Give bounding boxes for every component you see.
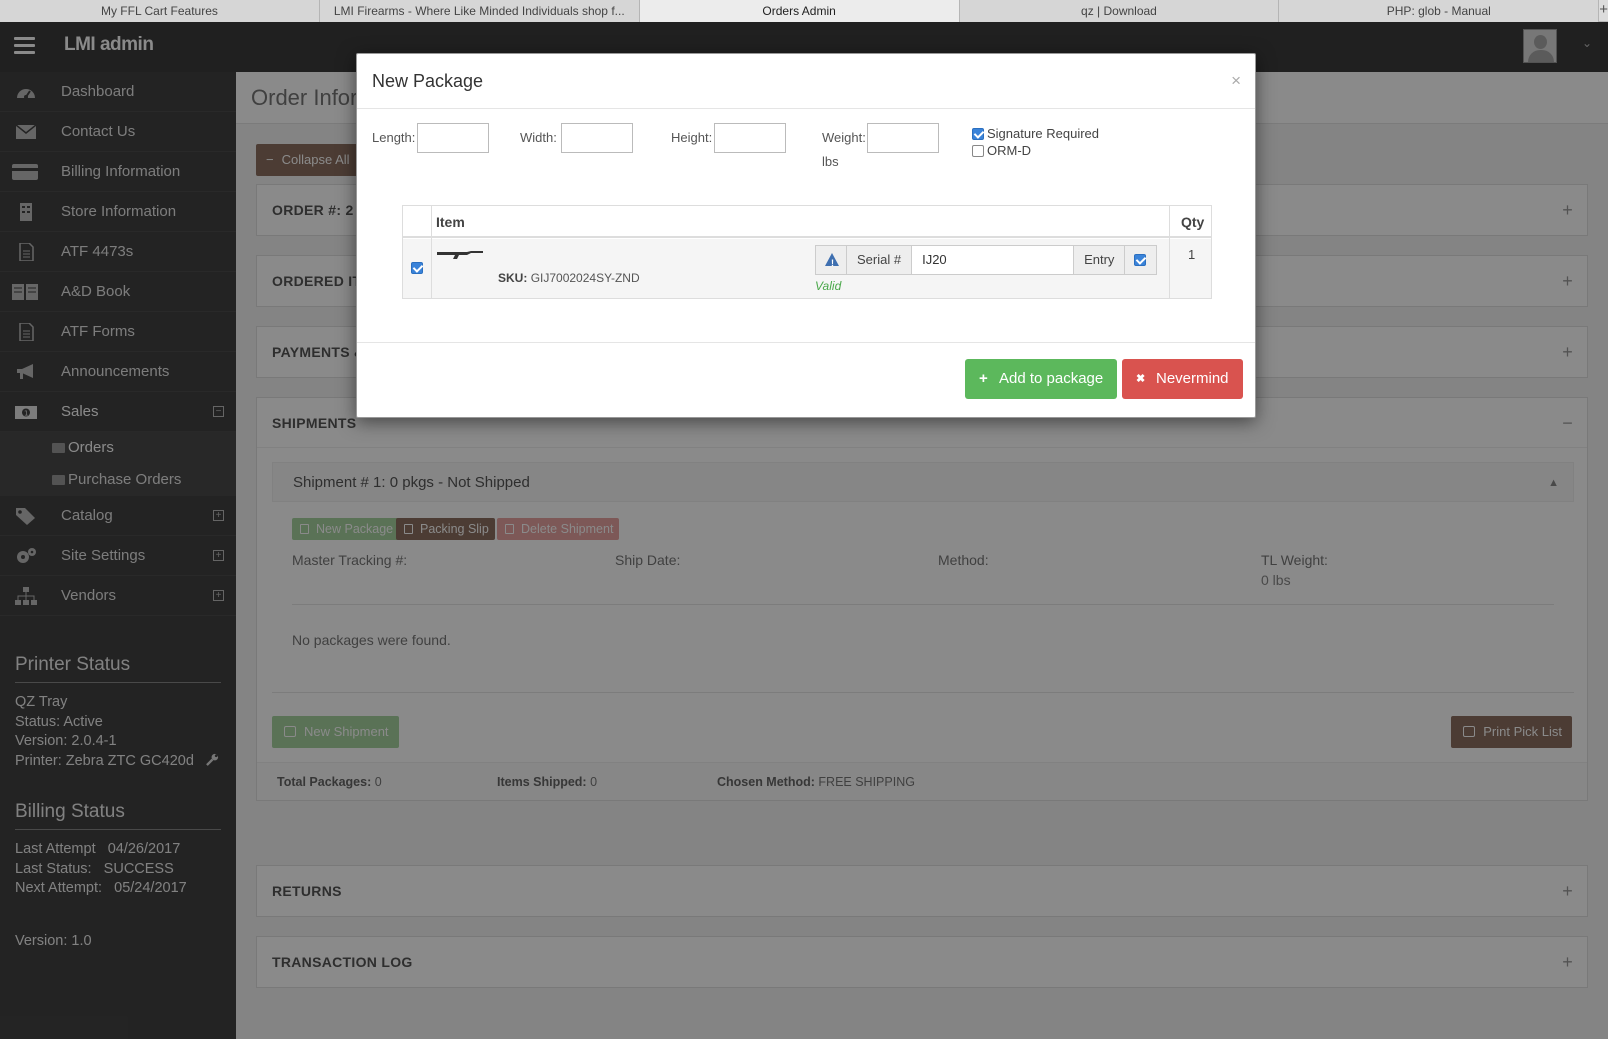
- button-label: Nevermind: [1156, 370, 1229, 387]
- browser-tab[interactable]: LMI Firearms - Where Like Minded Individ…: [319, 0, 640, 22]
- entry-label: Entry: [1074, 245, 1126, 275]
- modal-footer: + Add to package ✖ Nevermind: [357, 342, 1255, 418]
- browser-tab-active[interactable]: Orders Admin: [639, 0, 960, 22]
- admin-page: LMI admin ⌄ Dashboard Contact Us Billing…: [0, 22, 1608, 1039]
- serial-input-group: ! Serial # IJ20 Entry: [815, 245, 1158, 275]
- signature-required-label: Signature Required: [987, 126, 1100, 141]
- entry-checkbox[interactable]: [1134, 254, 1147, 266]
- modal-title: New Package: [372, 71, 484, 91]
- new-package-modal: New Package × Length: Width: Height: Wei…: [356, 53, 1256, 418]
- serial-label: Serial #: [847, 245, 913, 275]
- entry-checkbox-wrap: [1125, 245, 1158, 275]
- new-tab-button[interactable]: +: [1599, 0, 1608, 21]
- close-icon[interactable]: ×: [1231, 71, 1241, 91]
- rifle-thumbnail-icon: [437, 251, 483, 259]
- sku-value: GIJ7002024SY-ZND: [530, 271, 640, 285]
- browser-tab-bar: My FFL Cart Features LMI Firearms - Wher…: [0, 0, 1608, 22]
- weight-input[interactable]: [867, 123, 939, 153]
- modal-header: New Package ×: [357, 54, 1255, 109]
- ormd-checkbox[interactable]: [972, 145, 984, 157]
- signature-required-checkbox[interactable]: [972, 128, 984, 140]
- length-label: Length:: [372, 130, 416, 145]
- browser-tab[interactable]: My FFL Cart Features: [0, 0, 320, 22]
- item-qty: 1: [1188, 247, 1196, 262]
- column-header-qty: Qty: [1181, 214, 1205, 230]
- sku-label: SKU:: [498, 271, 528, 285]
- weight-label: Weight:: [822, 130, 866, 145]
- plus-icon: +: [979, 370, 988, 387]
- length-input[interactable]: [417, 123, 489, 153]
- serial-valid-status: Valid: [815, 279, 842, 293]
- table-row: SKU: GIJ7002024SY-ZND ! Serial # IJ20 En…: [403, 239, 1211, 298]
- column-header-item: Item: [436, 214, 465, 230]
- item-sku: SKU: GIJ7002024SY-ZND: [498, 271, 640, 285]
- add-to-package-button[interactable]: + Add to package: [965, 359, 1118, 399]
- warning-icon[interactable]: !: [815, 245, 847, 275]
- browser-tab[interactable]: qz | Download: [959, 0, 1280, 22]
- column-divider: [1169, 206, 1170, 298]
- button-label: Add to package: [999, 370, 1104, 387]
- width-label: Width:: [520, 130, 557, 145]
- height-label: Height:: [671, 130, 713, 145]
- weight-unit: lbs: [822, 154, 839, 169]
- ormd-label: ORM-D: [987, 143, 1032, 158]
- browser-tab[interactable]: PHP: glob - Manual: [1279, 0, 1600, 22]
- package-items-table: Item Qty SKU: GIJ7002024SY-ZND ! Serial …: [402, 205, 1212, 299]
- height-input[interactable]: [714, 123, 786, 153]
- close-icon: ✖: [1136, 373, 1146, 385]
- column-divider: [431, 206, 432, 298]
- nevermind-button[interactable]: ✖ Nevermind: [1122, 359, 1243, 399]
- serial-input[interactable]: IJ20: [912, 245, 1075, 275]
- row-select-checkbox[interactable]: [411, 262, 423, 274]
- exclamation-glyph: !: [831, 258, 834, 268]
- width-input[interactable]: [561, 123, 633, 153]
- table-header: Item Qty: [403, 206, 1211, 238]
